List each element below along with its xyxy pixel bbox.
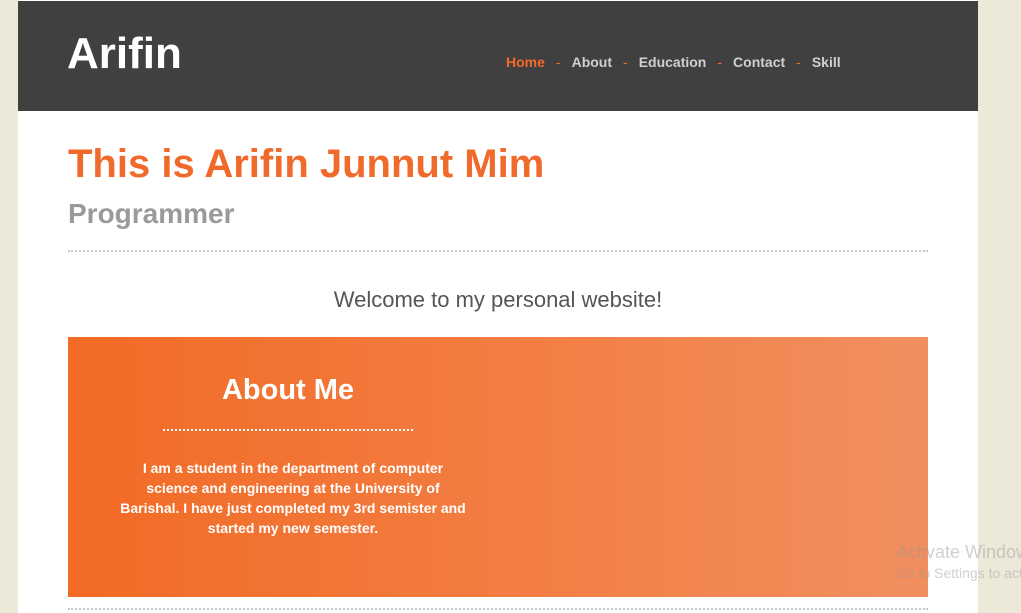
watermark-line1: Activate Windows bbox=[896, 542, 1021, 562]
nav-separator: - bbox=[555, 54, 561, 70]
activate-windows-watermark: Activate Windows Go to Settings to activ… bbox=[896, 541, 1021, 583]
watermark-line2: Go to Settings to activate Windows. bbox=[896, 565, 1021, 581]
nav-item-skill[interactable]: Skill bbox=[812, 54, 841, 70]
nav-separator: - bbox=[796, 54, 801, 70]
section-divider bbox=[68, 250, 928, 252]
nav-item-education[interactable]: Education bbox=[639, 54, 707, 70]
nav-item-home[interactable]: Home bbox=[506, 54, 545, 70]
nav-item-about[interactable]: About bbox=[572, 54, 612, 70]
welcome-text: Welcome to my personal website! bbox=[333, 287, 663, 312]
nav-separator: - bbox=[717, 54, 723, 70]
page-title: This is Arifin Junnut Mim bbox=[68, 142, 545, 186]
section-divider-bottom bbox=[68, 608, 928, 610]
about-section: About Me I am a student in the departmen… bbox=[68, 337, 928, 597]
site-header: Arifin Home - About - Education - Contac… bbox=[18, 1, 978, 111]
page-container: Arifin Home - About - Education - Contac… bbox=[18, 0, 978, 613]
page-subtitle: Programmer bbox=[68, 198, 235, 229]
about-divider bbox=[163, 429, 413, 431]
nav-separator: - bbox=[623, 54, 628, 70]
nav-item-contact[interactable]: Contact bbox=[733, 54, 785, 70]
about-title: About Me bbox=[221, 374, 355, 406]
about-text: I am a student in the department of comp… bbox=[120, 460, 466, 536]
main-nav: Home - About - Education - Contact - Ski… bbox=[506, 53, 841, 71]
site-logo[interactable]: Arifin bbox=[67, 31, 182, 77]
